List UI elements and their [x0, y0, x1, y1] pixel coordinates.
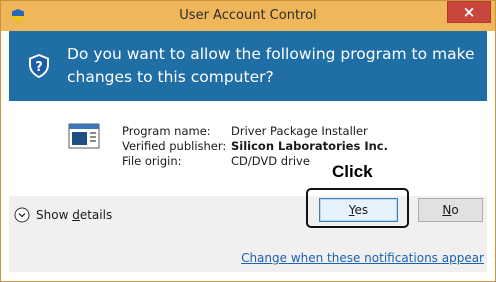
yes-button[interactable]: Yes [319, 198, 398, 222]
show-details-toggle[interactable]: Show details [14, 206, 112, 224]
svg-text:?: ? [35, 60, 43, 75]
program-window-icon [68, 123, 100, 149]
publisher-value: Silicon Laboratories Inc. [231, 139, 388, 153]
program-name-label: Program name: [122, 124, 211, 138]
prompt-question: Do you want to allow the following progr… [67, 45, 475, 86]
publisher-label: Verified publisher: [122, 139, 227, 153]
window-title: User Account Control [179, 8, 317, 23]
file-origin-label: File origin: [122, 154, 182, 168]
show-details-label: Show details [36, 208, 113, 222]
chevron-down-icon [14, 207, 30, 223]
program-details: Program name: Driver Package Installer V… [9, 101, 487, 196]
prompt-banner: ? Do you want to allow the following pro… [9, 31, 487, 101]
program-name-value: Driver Package Installer [231, 124, 368, 138]
no-button[interactable]: No [418, 198, 483, 222]
click-annotation: Click [332, 162, 373, 181]
close-icon: × [462, 3, 476, 21]
file-origin-value: CD/DVD drive [231, 154, 310, 168]
uac-dialog: User Account Control × ? Do you want to … [0, 0, 496, 282]
dialog-footer: Show details Yes No Change when these no… [9, 188, 487, 272]
notification-settings-link[interactable]: Change when these notifications appear [241, 251, 484, 265]
close-button[interactable]: × [447, 1, 491, 23]
title-bar[interactable]: User Account Control × [1, 1, 495, 31]
question-shield-icon: ? [29, 54, 49, 78]
